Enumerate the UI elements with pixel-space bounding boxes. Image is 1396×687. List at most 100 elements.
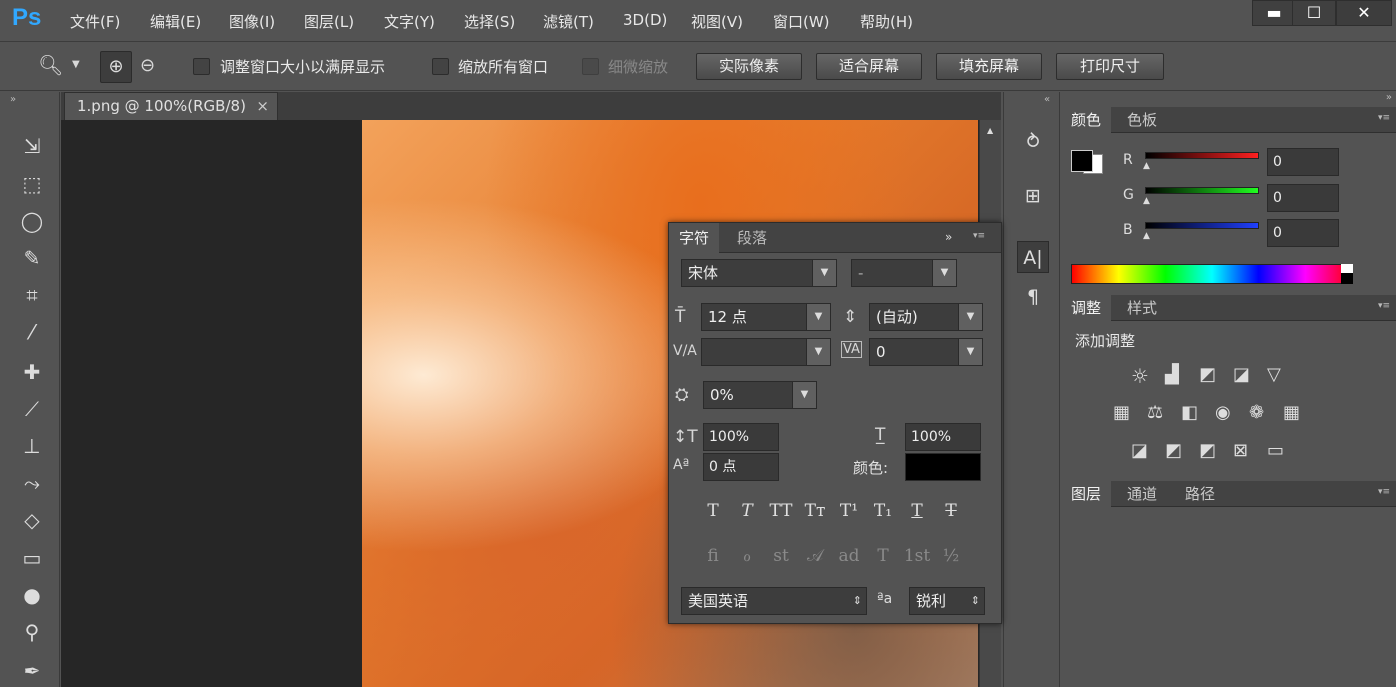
faux-bold-button[interactable]: T	[699, 501, 727, 521]
document-tab[interactable]: 1.png @ 100%(RGB/8) ×	[64, 92, 278, 120]
blue-slider[interactable]	[1145, 222, 1259, 229]
zoom-in-icon[interactable]: ⊕	[100, 51, 132, 83]
contextual-alternates-button[interactable]: ℴ	[733, 546, 761, 566]
strikethrough-button[interactable]: T	[937, 501, 965, 521]
tab-color[interactable]: 颜色	[1061, 107, 1112, 133]
color-balance-icon[interactable]: ⚖	[1147, 402, 1163, 423]
history-panel-icon[interactable]: ⥁	[1017, 126, 1049, 158]
history-brush-tool-icon[interactable]: ⤳	[18, 469, 46, 497]
green-slider-handle-icon[interactable]: ▲	[1143, 196, 1150, 206]
foreground-color-swatch[interactable]	[1071, 150, 1093, 172]
brush-tool-icon[interactable]: ⟋	[18, 395, 46, 423]
menu-select[interactable]: 选择(S)	[464, 11, 515, 32]
text-color-swatch[interactable]	[905, 453, 981, 481]
font-style-select[interactable]: - ▼	[851, 259, 957, 287]
chevron-down-icon[interactable]: ▼	[958, 339, 982, 365]
blue-slider-handle-icon[interactable]: ▲	[1143, 231, 1150, 241]
lasso-tool-icon[interactable]: ◯	[18, 207, 46, 235]
invert-icon[interactable]: ◪	[1131, 440, 1148, 461]
properties-panel-icon[interactable]: ⊞	[1017, 180, 1049, 212]
selective-color-icon[interactable]: ⊠	[1233, 440, 1248, 461]
vibrance-icon[interactable]: ▽	[1267, 364, 1281, 385]
scrubby-zoom-checkbox[interactable]	[582, 58, 599, 75]
zoom-out-icon[interactable]: ⊖	[140, 55, 155, 76]
panel-menu-icon[interactable]: ▾≡	[1378, 113, 1390, 123]
expand-toolbar-icon[interactable]: »	[10, 94, 16, 105]
red-slider[interactable]	[1145, 152, 1259, 159]
zoom-all-checkbox[interactable]	[432, 58, 449, 75]
small-caps-button[interactable]: Tт	[801, 501, 829, 521]
tab-paragraph[interactable]: 段落	[727, 223, 777, 253]
menu-edit[interactable]: 编辑(E)	[150, 11, 201, 32]
chevron-down-icon[interactable]: ▼	[792, 382, 816, 408]
channel-mixer-icon[interactable]: ❁	[1249, 402, 1264, 423]
menu-layer[interactable]: 图层(L)	[304, 11, 354, 32]
scroll-up-icon[interactable]: ▲	[987, 126, 993, 135]
quick-select-tool-icon[interactable]: ✎	[18, 244, 46, 272]
threshold-icon[interactable]: ◩	[1199, 440, 1216, 461]
clone-stamp-tool-icon[interactable]: ⊥	[18, 432, 46, 460]
discretionary-ligatures-button[interactable]: st	[767, 546, 795, 566]
subscript-button[interactable]: T₁	[869, 501, 897, 521]
leading-select[interactable]: (自动) ▼	[869, 303, 983, 331]
fit-screen-button[interactable]: 适合屏幕	[816, 53, 922, 80]
all-caps-button[interactable]: TT	[767, 501, 795, 521]
green-slider[interactable]	[1145, 187, 1259, 194]
kerning-select[interactable]: ▼	[701, 338, 831, 366]
healing-brush-tool-icon[interactable]: ✚	[18, 358, 46, 386]
tab-channels[interactable]: 通道	[1117, 481, 1167, 507]
tab-styles[interactable]: 样式	[1117, 295, 1167, 321]
spectrum-white-swatch[interactable]	[1341, 264, 1353, 273]
red-slider-handle-icon[interactable]: ▲	[1143, 161, 1150, 171]
character-panel-icon[interactable]: A|	[1017, 241, 1049, 273]
tool-preset-chevron-down-icon[interactable]: ▼	[72, 59, 80, 70]
close-window-button[interactable]: ✕	[1336, 0, 1392, 26]
chevron-down-icon[interactable]: ▼	[806, 339, 830, 365]
zoom-tool-icon[interactable]: 🔍︎	[38, 53, 63, 77]
collapse-panels-icon[interactable]: «	[1044, 94, 1050, 105]
posterize-icon[interactable]: ◩	[1165, 440, 1182, 461]
minimize-button[interactable]: ▬	[1252, 0, 1296, 26]
menu-image[interactable]: 图像(I)	[229, 11, 275, 32]
fill-screen-button[interactable]: 填充屏幕	[936, 53, 1042, 80]
crop-tool-icon[interactable]: ⌗	[18, 281, 46, 309]
language-select[interactable]: 美国英语 ⇕	[681, 587, 867, 615]
chevron-down-icon[interactable]: ▼	[812, 260, 836, 286]
brightness-contrast-icon[interactable]: ☼	[1131, 364, 1149, 388]
vertical-scale-input[interactable]: 100%	[703, 423, 779, 451]
menu-filter[interactable]: 滤镜(T)	[543, 11, 594, 32]
photo-filter-icon[interactable]: ◉	[1215, 402, 1231, 423]
paragraph-panel-icon[interactable]: ¶	[1017, 281, 1049, 313]
ligatures-button[interactable]: ﬁ	[699, 546, 727, 566]
green-value-input[interactable]: 0	[1267, 184, 1339, 212]
color-lookup-icon[interactable]: ▦	[1283, 402, 1300, 423]
tab-character[interactable]: 字符	[669, 223, 720, 253]
print-size-button[interactable]: 打印尺寸	[1056, 53, 1164, 80]
expand-dock-icon[interactable]: »	[1386, 92, 1392, 103]
tab-adjustments[interactable]: 调整	[1061, 295, 1112, 321]
baseline-shift-input[interactable]: 0 点	[703, 453, 779, 481]
swash-button[interactable]: 𝒜	[801, 546, 829, 566]
blue-value-input[interactable]: 0	[1267, 219, 1339, 247]
levels-icon[interactable]: ▟	[1165, 364, 1179, 385]
dodge-tool-icon[interactable]: ⚲	[18, 618, 46, 646]
font-family-select[interactable]: 宋体 ▼	[681, 259, 837, 287]
tsume-select[interactable]: 0% ▼	[703, 381, 817, 409]
stylistic-alternates-button[interactable]: ad	[835, 546, 863, 566]
menu-window[interactable]: 窗口(W)	[773, 11, 830, 32]
panel-menu-icon[interactable]: ▾≡	[1378, 301, 1390, 311]
close-icon[interactable]: ×	[256, 93, 269, 119]
titling-alternates-button[interactable]: T	[869, 546, 897, 566]
tab-layers[interactable]: 图层	[1061, 481, 1112, 507]
stepper-arrows-icon[interactable]: ⇕	[853, 588, 862, 614]
curves-icon[interactable]: ◩	[1199, 364, 1216, 385]
black-white-icon[interactable]: ◧	[1181, 402, 1198, 423]
eraser-tool-icon[interactable]: ◇	[18, 506, 46, 534]
superscript-button[interactable]: T¹	[835, 501, 863, 521]
stepper-arrows-icon[interactable]: ⇕	[971, 588, 980, 614]
pen-tool-icon[interactable]: ✒	[18, 657, 46, 685]
horizontal-scale-input[interactable]: 100%	[905, 423, 981, 451]
spectrum-black-swatch[interactable]	[1341, 273, 1353, 284]
tab-paths[interactable]: 路径	[1175, 481, 1225, 507]
chevron-down-icon[interactable]: ▼	[932, 260, 956, 286]
